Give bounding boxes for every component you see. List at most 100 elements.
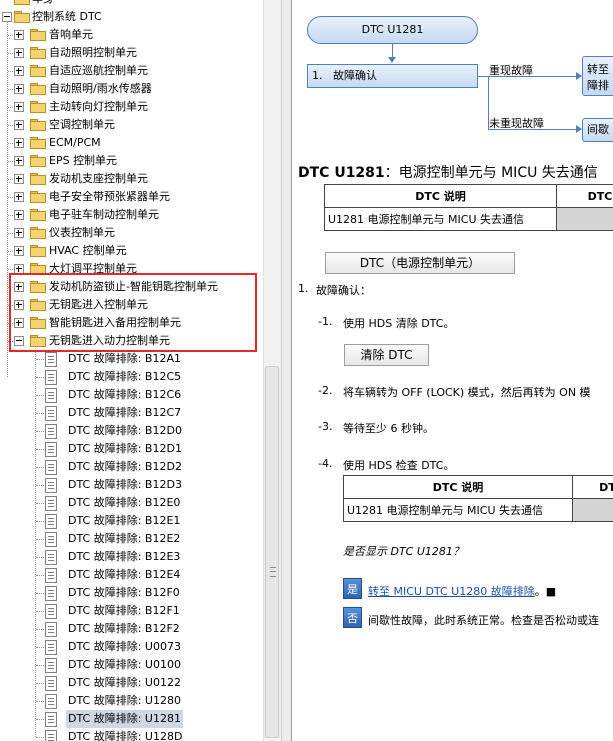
folder-icon bbox=[30, 101, 46, 113]
tree-folder-item[interactable]: 发动机支座控制单元 bbox=[0, 170, 263, 188]
tree-item-label: DTC 故障排除: B12E3 bbox=[68, 550, 181, 563]
step1-1-num: -1. bbox=[318, 315, 333, 328]
tree-folder-item[interactable]: EPS 控制单元 bbox=[0, 152, 263, 170]
flow-target-no[interactable]: 间歇 bbox=[582, 118, 613, 142]
tree-item-top-partial[interactable]: 车身 bbox=[0, 0, 263, 8]
expand-icon[interactable] bbox=[14, 246, 24, 256]
tree-doc-item[interactable]: DTC 故障排除: U1280 bbox=[0, 692, 263, 710]
document-icon bbox=[45, 352, 57, 367]
document-icon bbox=[45, 424, 57, 439]
heading-text: 电源控制单元与 MICU 失去通信 bbox=[398, 165, 598, 181]
tree-doc-item[interactable]: DTC 故障排除: B12E2 bbox=[0, 530, 263, 548]
expand-icon[interactable] bbox=[14, 156, 24, 166]
folder-icon bbox=[30, 245, 46, 257]
tree-folder-item[interactable]: 自适应巡航控制单元 bbox=[0, 62, 263, 80]
expand-icon[interactable] bbox=[14, 48, 24, 58]
tree-folder-item[interactable]: 音响单元 bbox=[0, 26, 263, 44]
tree-folder-item[interactable]: 电子驻车制动控制单元 bbox=[0, 206, 263, 224]
document-icon bbox=[45, 604, 57, 619]
yes-badge-label: 是 bbox=[347, 583, 358, 596]
table1-header-desc: DTC 说明 bbox=[324, 184, 557, 208]
folder-icon bbox=[30, 29, 46, 41]
expand-icon[interactable] bbox=[14, 138, 24, 148]
tree-item-label: 控制系统 DTC bbox=[32, 10, 102, 23]
tree-doc-item[interactable]: DTC 故障排除: B12D1 bbox=[0, 440, 263, 458]
expand-icon[interactable] bbox=[14, 102, 24, 112]
flow-branch-yes: 重现故障 bbox=[489, 64, 533, 77]
tree-item-label: DTC 故障排除: U128D bbox=[68, 730, 183, 741]
tree-doc-item[interactable]: DTC 故障排除: B12C6 bbox=[0, 386, 263, 404]
document-icon bbox=[45, 622, 57, 637]
tree-scrollbar[interactable] bbox=[263, 0, 281, 741]
expand-icon[interactable] bbox=[14, 84, 24, 94]
tree-doc-item[interactable]: DTC 故障排除: B12E0 bbox=[0, 494, 263, 512]
tree-doc-item[interactable]: DTC 故障排除: B12E1 bbox=[0, 512, 263, 530]
tree-doc-item[interactable]: DTC 故障排除: B12E3 bbox=[0, 548, 263, 566]
tree-doc-item[interactable]: DTC 故障排除: B12D0 bbox=[0, 422, 263, 440]
tree-doc-item[interactable]: DTC 故障排除: B12F0 bbox=[0, 584, 263, 602]
tree-item-label: DTC 故障排除: B12E1 bbox=[68, 514, 181, 527]
no-badge-label: 否 bbox=[347, 612, 358, 625]
tree-doc-item[interactable]: DTC 故障排除: B12E4 bbox=[0, 566, 263, 584]
collapse-icon[interactable] bbox=[2, 12, 12, 22]
tree-item-label: DTC 故障排除: B12F1 bbox=[68, 604, 180, 617]
step1-2-text: 将车辆转为 OFF (LOCK) 模式，然后再转为 ON 模 bbox=[343, 386, 591, 399]
table1-row-desc: U1281 电源控制单元与 MICU 失去通信 bbox=[324, 207, 557, 231]
tree-doc-item[interactable]: DTC 故障排除: U0073 bbox=[0, 638, 263, 656]
tree-item-label: DTC 故障排除: U1281 bbox=[66, 710, 183, 728]
tree-root-folder[interactable]: 控制系统 DTC bbox=[0, 8, 263, 26]
tree-doc-item[interactable]: DTC 故障排除: U0122 bbox=[0, 674, 263, 692]
tree-doc-item[interactable]: DTC 故障排除: B12D3 bbox=[0, 476, 263, 494]
tree-item-label: DTC 故障排除: U1280 bbox=[68, 694, 181, 707]
tree-folder-item[interactable]: ECM/PCM bbox=[0, 134, 263, 152]
step1-num: 1. bbox=[298, 282, 309, 295]
flow-start: DTC U1281 bbox=[307, 16, 478, 44]
flow-step-num: 1. bbox=[312, 69, 323, 82]
step1-3-text: 等待至少 6 秒钟。 bbox=[343, 422, 434, 435]
tree-doc-item[interactable]: DTC 故障排除: B12F2 bbox=[0, 620, 263, 638]
tree-doc-item[interactable]: DTC 故障排除: B12C5 bbox=[0, 368, 263, 386]
tree-folder-item[interactable]: 自动照明/雨水传感器 bbox=[0, 80, 263, 98]
tree-folder-item[interactable]: 仪表控制单元 bbox=[0, 224, 263, 242]
tree-folder-item[interactable]: HVAC 控制单元 bbox=[0, 242, 263, 260]
folder-icon bbox=[30, 227, 46, 239]
folder-icon bbox=[30, 173, 46, 185]
expand-icon[interactable] bbox=[14, 120, 24, 130]
pane-splitter[interactable] bbox=[281, 0, 292, 741]
folder-icon bbox=[30, 155, 46, 167]
expand-icon[interactable] bbox=[14, 174, 24, 184]
document-icon bbox=[45, 496, 57, 511]
table2-header-dtc: DT bbox=[572, 475, 613, 499]
tree-doc-item[interactable]: DTC 故障排除: U128D bbox=[0, 728, 263, 741]
document-icon bbox=[45, 712, 57, 727]
flow-target-yes[interactable]: 转至 障排 bbox=[582, 56, 613, 96]
micu-u1280-link[interactable]: 转至 MICU DTC U1280 故障排除 bbox=[368, 585, 535, 598]
expand-icon[interactable] bbox=[14, 192, 24, 202]
tree-folder-item[interactable]: 自动照明控制单元 bbox=[0, 44, 263, 62]
tree-doc-item[interactable]: DTC 故障排除: U0100 bbox=[0, 656, 263, 674]
yes-answer: 转至 MICU DTC U1280 故障排除。■ bbox=[368, 583, 556, 599]
tree-item-label: 仪表控制单元 bbox=[49, 226, 115, 239]
tree-folder-item[interactable]: 空调控制单元 bbox=[0, 116, 263, 134]
tree-folder-item[interactable]: 主动转向灯控制单元 bbox=[0, 98, 263, 116]
tree-doc-item[interactable]: DTC 故障排除: B12A1 bbox=[0, 350, 263, 368]
tree-folder-item[interactable]: 电子安全带预张紧器单元 bbox=[0, 188, 263, 206]
tree-doc-item[interactable]: DTC 故障排除: B12F1 bbox=[0, 602, 263, 620]
tree-doc-item[interactable]: DTC 故障排除: B12C7 bbox=[0, 404, 263, 422]
tree-item-label: 自动照明/雨水传感器 bbox=[49, 82, 152, 95]
expand-icon[interactable] bbox=[14, 228, 24, 238]
flow-target-yes-line1: 转至 bbox=[587, 63, 609, 76]
tree-doc-item[interactable]: DTC 故障排除: B12D2 bbox=[0, 458, 263, 476]
expand-icon[interactable] bbox=[14, 210, 24, 220]
dtc-power-button[interactable]: DTC（电源控制单元） bbox=[325, 252, 515, 274]
tree-item-label: 音响单元 bbox=[49, 28, 93, 41]
tree-item-label: DTC 故障排除: B12D1 bbox=[68, 442, 182, 455]
scrollbar-thumb[interactable] bbox=[265, 366, 279, 738]
expand-icon[interactable] bbox=[14, 66, 24, 76]
navigation-tree: 车身控制系统 DTC 音响单元自动照明控制单元自适应巡航控制单元自动照明/雨水传感… bbox=[0, 0, 263, 741]
clear-dtc-button[interactable]: 清除 DTC bbox=[344, 344, 429, 366]
tree-doc-item-selected[interactable]: DTC 故障排除: U1281 bbox=[0, 710, 263, 728]
expand-icon[interactable] bbox=[14, 30, 24, 40]
table2-header-desc: DTC 说明 bbox=[343, 475, 573, 499]
yes-tail: 。■ bbox=[534, 585, 557, 598]
